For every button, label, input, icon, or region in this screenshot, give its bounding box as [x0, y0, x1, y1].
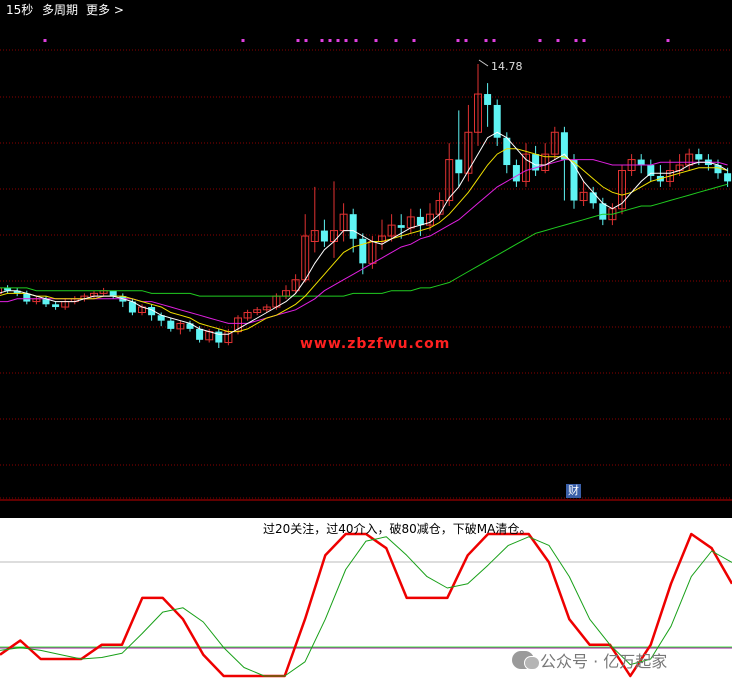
more-label: 更多 — [86, 3, 111, 17]
candle-body — [589, 192, 597, 204]
ma-short-line — [0, 131, 728, 335]
event-marker — [484, 39, 488, 42]
candle-body — [724, 173, 732, 182]
candle-body — [167, 320, 175, 329]
candle-body — [109, 290, 117, 297]
candle-body — [484, 94, 492, 105]
candle-body — [359, 238, 367, 264]
peak-pointer — [478, 59, 489, 67]
multi-period-button[interactable]: 多周期 — [42, 3, 78, 17]
candle-body — [455, 159, 463, 174]
event-marker — [538, 39, 542, 42]
event-marker — [344, 39, 348, 42]
candle-body — [695, 154, 703, 160]
event-marker — [354, 39, 358, 42]
period-toolbar: 15秒 多周期 更多 > — [0, 0, 732, 22]
event-marker — [304, 39, 308, 42]
candle-body — [503, 137, 511, 166]
event-marker — [412, 39, 416, 42]
indicator-legend: 过20关注，过40介入，破80减仓，下破MA清仓。 — [263, 522, 532, 536]
event-marker — [556, 39, 560, 42]
event-marker — [582, 39, 586, 42]
candle-body — [647, 165, 655, 176]
event-marker — [328, 39, 332, 42]
candle-body — [397, 225, 405, 228]
candle-body — [23, 293, 31, 302]
event-marker — [394, 39, 398, 42]
event-marker — [464, 39, 468, 42]
event-marker — [456, 39, 460, 42]
wechat-watermark-text: 公众号 · 亿万起家 — [540, 652, 668, 671]
wechat-icon — [512, 651, 540, 670]
candle-body — [320, 230, 328, 242]
peak-label: 14.78 — [491, 60, 523, 73]
event-marker — [492, 39, 496, 42]
candle-body — [416, 216, 424, 226]
chevron-right-icon: > — [113, 3, 124, 17]
finance-badge[interactable]: 财 — [566, 484, 581, 498]
event-marker — [574, 39, 578, 42]
candle-body — [52, 304, 60, 308]
candle-body — [349, 214, 357, 239]
event-marker — [296, 39, 300, 42]
candlestick-chart: 14.78 — [0, 39, 732, 501]
event-marker — [336, 39, 340, 42]
event-marker — [241, 39, 245, 42]
candle-body — [599, 203, 607, 220]
more-button[interactable]: 更多 > — [86, 3, 124, 17]
candle-body — [637, 159, 645, 166]
wechat-watermark: 公众号 · 亿万起家 — [512, 648, 667, 672]
watermark-url: www.zbzfwu.com — [300, 336, 451, 352]
event-marker — [43, 39, 47, 42]
period-15s-button[interactable]: 15秒 — [6, 3, 33, 17]
candle-body — [512, 165, 520, 182]
event-marker — [374, 39, 378, 42]
event-marker — [320, 39, 324, 42]
candle-body — [196, 328, 204, 340]
event-marker — [666, 39, 670, 42]
